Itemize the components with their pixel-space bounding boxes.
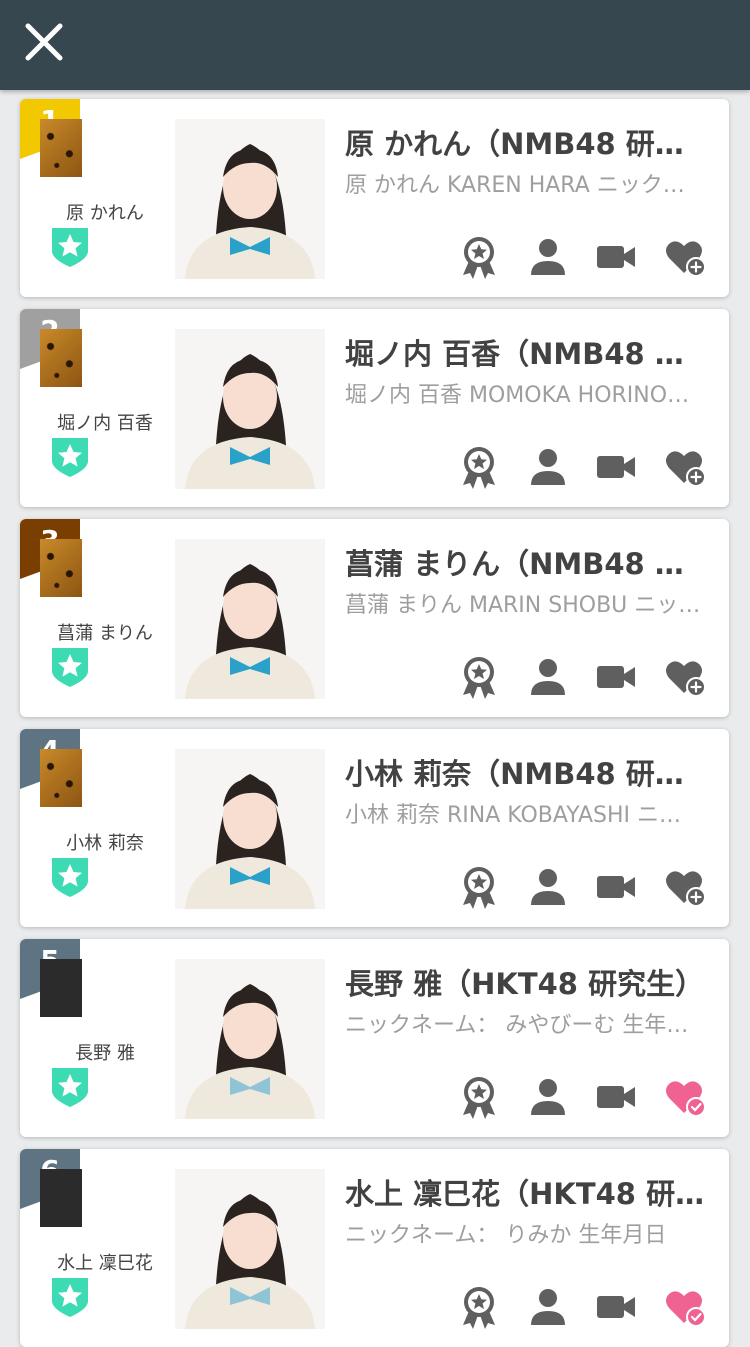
video-button[interactable] [594, 1075, 638, 1119]
member-photo[interactable] [175, 749, 325, 909]
award-ribbon-icon [463, 657, 495, 699]
member-title[interactable]: 水上 凜巳花（HKT48 研究生） [345, 1171, 710, 1213]
person-icon [531, 239, 565, 275]
award-button[interactable] [457, 445, 501, 489]
heart-add-icon [666, 871, 706, 907]
member-card-2[interactable]: 2 堀ノ内 百香 堀ノ内 百香（NMB48 研究生） 堀ノ内 百香 MOMOKA… [20, 309, 729, 507]
star-badge-icon [52, 1068, 88, 1107]
star-badge-icon [52, 648, 88, 687]
award-ribbon-icon [463, 237, 495, 279]
award-button[interactable] [457, 655, 501, 699]
heart-add-icon [666, 451, 706, 487]
star-badge-icon [52, 438, 88, 477]
team-logo [40, 959, 82, 1017]
video-camera-icon [597, 666, 635, 688]
team-logo [40, 539, 82, 597]
team-logo [40, 119, 82, 177]
member-title[interactable]: 堀ノ内 百香（NMB48 研究生） [345, 331, 710, 373]
favorite-button[interactable] [663, 1285, 707, 1329]
team-logo [40, 1169, 82, 1227]
member-card-5[interactable]: 5 長野 雅 長野 雅（HKT48 研究生） ニックネーム： みやびーむ 生年月… [20, 939, 729, 1137]
award-button[interactable] [457, 1285, 501, 1329]
video-camera-icon [597, 456, 635, 478]
member-subtitle: ニックネーム： りみか 生年月日 [345, 1223, 667, 1248]
person-icon [531, 659, 565, 695]
star-badge-icon [52, 228, 88, 267]
award-button[interactable] [457, 865, 501, 909]
award-button[interactable] [457, 1075, 501, 1119]
award-ribbon-icon [463, 1077, 495, 1119]
member-title[interactable]: 小林 莉奈（NMB48 研究生） [345, 751, 710, 793]
heart-check-icon [666, 1291, 706, 1327]
member-name: 小林 莉奈 [66, 833, 144, 854]
video-button[interactable] [594, 865, 638, 909]
member-photo[interactable] [175, 1169, 325, 1329]
profile-button[interactable] [526, 865, 570, 909]
heart-check-icon [666, 1081, 706, 1117]
video-camera-icon [597, 1296, 635, 1318]
award-button[interactable] [457, 235, 501, 279]
member-card-4[interactable]: 4 小林 莉奈 小林 莉奈（NMB48 研究生） 小林 莉奈 RINA KOBA… [20, 729, 729, 927]
member-name: 水上 凜巳花 [57, 1253, 153, 1274]
favorite-button[interactable] [663, 235, 707, 279]
favorite-button[interactable] [663, 865, 707, 909]
member-title[interactable]: 長野 雅（HKT48 研究生） [345, 961, 710, 1003]
member-subtitle: 堀ノ内 百香 MOMOKA HORINOUCHI [345, 383, 703, 408]
video-button[interactable] [594, 445, 638, 489]
video-button[interactable] [594, 235, 638, 279]
person-icon [531, 869, 565, 905]
close-button[interactable] [20, 18, 68, 66]
member-photo[interactable] [175, 329, 325, 489]
team-logo [40, 749, 82, 807]
member-subtitle: ニックネーム： みやびーむ 生年月日 [345, 1013, 703, 1038]
favorite-button[interactable] [663, 655, 707, 699]
award-ribbon-icon [463, 1287, 495, 1329]
team-logo [40, 329, 82, 387]
heart-add-icon [666, 241, 706, 277]
favorite-button[interactable] [663, 445, 707, 489]
person-icon [531, 1079, 565, 1115]
heart-add-icon [666, 661, 706, 697]
member-title[interactable]: 原 かれん（NMB48 研究生） [345, 121, 710, 163]
top-bar [0, 0, 750, 90]
member-name: 菖蒲 まりん [57, 623, 153, 644]
video-button[interactable] [594, 655, 638, 699]
profile-button[interactable] [526, 445, 570, 489]
award-ribbon-icon [463, 447, 495, 489]
member-name: 長野 雅 [75, 1043, 135, 1064]
member-name: 堀ノ内 百香 [57, 413, 153, 434]
video-camera-icon [597, 876, 635, 898]
award-ribbon-icon [463, 867, 495, 909]
video-camera-icon [597, 1086, 635, 1108]
member-subtitle: 菖蒲 まりん MARIN SHOBU ニックネーム [345, 593, 703, 618]
member-subtitle: 原 かれん KAREN HARA ニックネーム [345, 173, 703, 198]
profile-button[interactable] [526, 1285, 570, 1329]
person-icon [531, 1289, 565, 1325]
member-card-6[interactable]: 6 水上 凜巳花 水上 凜巳花（HKT48 研究生） ニックネーム： りみか 生… [20, 1149, 729, 1347]
video-camera-icon [597, 246, 635, 268]
star-badge-icon [52, 1278, 88, 1317]
profile-button[interactable] [526, 235, 570, 279]
favorite-button[interactable] [663, 1075, 707, 1119]
member-card-3[interactable]: 3 菖蒲 まりん 菖蒲 まりん（NMB48 研究生） 菖蒲 まりん MARIN … [20, 519, 729, 717]
member-subtitle: 小林 莉奈 RINA KOBAYASHI ニックネーム [345, 803, 703, 828]
profile-button[interactable] [526, 1075, 570, 1119]
person-icon [531, 449, 565, 485]
member-photo[interactable] [175, 959, 325, 1119]
profile-button[interactable] [526, 655, 570, 699]
member-name: 原 かれん [66, 203, 144, 224]
member-photo[interactable] [175, 539, 325, 699]
star-badge-icon [52, 858, 88, 897]
member-title[interactable]: 菖蒲 まりん（NMB48 研究生） [345, 541, 710, 583]
member-photo[interactable] [175, 119, 325, 279]
member-card-1[interactable]: 1 原 かれん 原 かれん（NMB48 研究生） 原 かれん KAREN HAR… [20, 99, 729, 297]
video-button[interactable] [594, 1285, 638, 1329]
close-icon [25, 23, 63, 61]
